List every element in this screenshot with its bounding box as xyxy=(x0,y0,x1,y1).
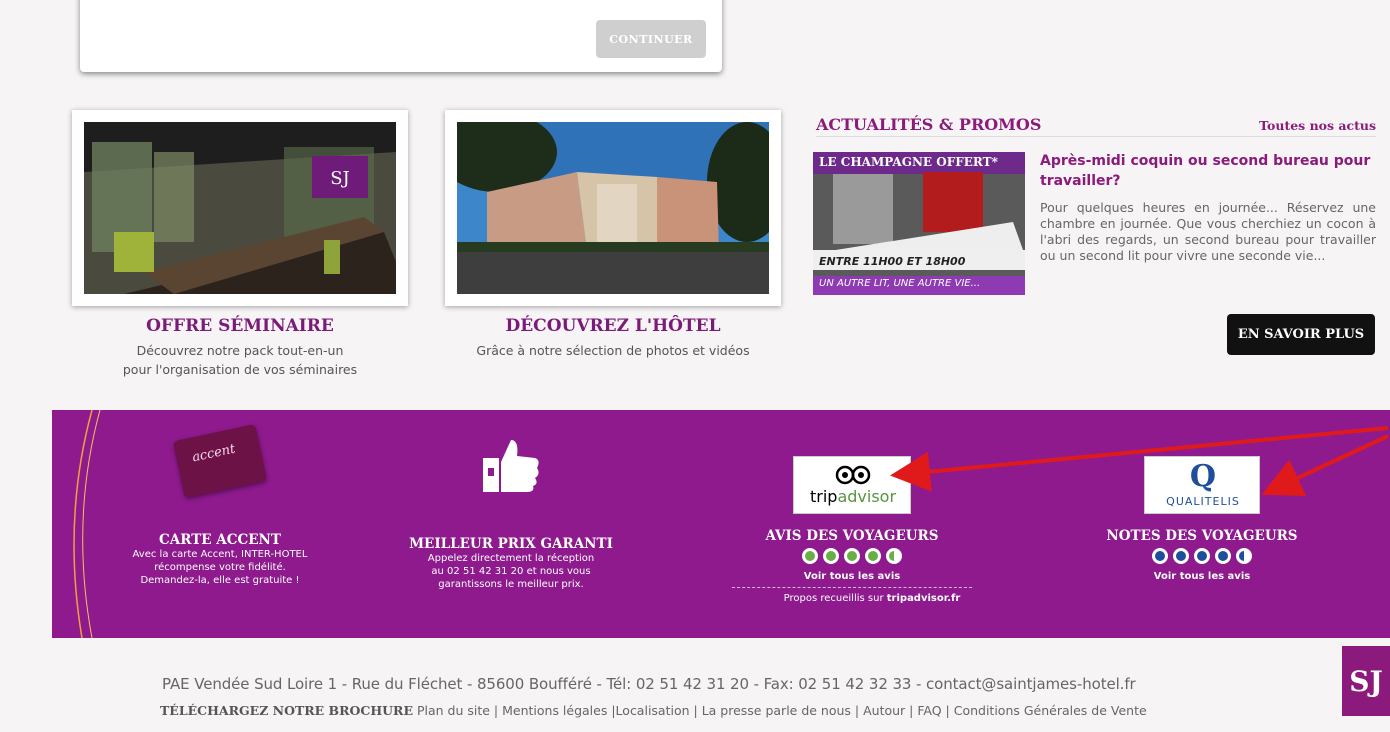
rating-dot xyxy=(1215,548,1231,564)
qualitelis-logo-q: Q xyxy=(1189,459,1217,494)
best-price-line-2: au 02 51 42 31 20 et nous vous xyxy=(431,566,591,577)
news-item-text: Pour quelques heures en journée... Réser… xyxy=(1040,200,1376,263)
accent-line-2: récompense votre fidélité. xyxy=(154,562,286,573)
footer-address: PAE Vendée Sud Loire 1 - Rue du Fléchet … xyxy=(162,675,1136,693)
accent-line-3: Demandez-la, elle est gratuite ! xyxy=(140,575,300,586)
tripadvisor-link[interactable]: Voir tous les avis xyxy=(732,570,972,583)
brochure-link[interactable]: TÉLÉCHARGEZ NOTRE BROCHURE xyxy=(160,703,413,718)
tripadvisor-block[interactable]: tripadvisor AVIS DES VOYAGEURS Voir tous… xyxy=(732,456,972,605)
seminar-photo-card[interactable]: SJ xyxy=(72,110,408,306)
read-more-button[interactable]: EN SAVOIR PLUS xyxy=(1227,314,1375,355)
rating-dot-half xyxy=(886,548,902,564)
hotel-photo xyxy=(457,122,769,294)
hotel-title[interactable]: DÉCOUVREZ L'HÔTEL xyxy=(445,316,781,336)
news-image-tagline: UN AUTRE LIT, UNE AUTRE VIE... xyxy=(819,278,981,289)
news-image-banner: LE CHAMPAGNE OFFERT* xyxy=(819,155,998,169)
news-image-hours: ENTRE 11H00 ET 18H00 xyxy=(819,255,966,268)
rating-dot xyxy=(1152,548,1168,564)
qualitelis-block[interactable]: Q QUALITELIS NOTES DES VOYAGEURS Voir to… xyxy=(1092,456,1312,583)
news-heading: ACTUALITÉS & PROMOS xyxy=(816,115,1042,134)
rating-dot xyxy=(802,548,818,564)
rating-dot xyxy=(1194,548,1210,564)
tripadvisor-note-prefix: Propos recueillis sur xyxy=(783,593,884,604)
features-band: accent CARTE ACCENT Avec la carte Accent… xyxy=(52,410,1390,638)
best-price-line-3: garantissons le meilleur prix. xyxy=(438,579,584,590)
seminar-text-1: Découvrez notre pack tout-en-un xyxy=(136,343,344,358)
qualitelis-logo-text: QUALITELIS xyxy=(1166,495,1240,508)
svg-text:SJ: SJ xyxy=(330,168,350,189)
qualitelis-link[interactable]: Voir tous les avis xyxy=(1092,570,1312,583)
hotel-logo[interactable]: SJ xyxy=(1342,646,1390,716)
rating-dot xyxy=(823,548,839,564)
qualitelis-logo[interactable]: Q QUALITELIS xyxy=(1144,456,1260,514)
accent-card-icon: accent xyxy=(172,423,268,499)
rating-dot xyxy=(865,548,881,564)
tripadvisor-logo-trip: trip xyxy=(809,487,838,506)
news-header: ACTUALITÉS & PROMOS Toutes nos actus xyxy=(816,115,1376,137)
best-price-title: MEILLEUR PRIX GARANTI xyxy=(409,536,613,552)
tripadvisor-logo-advisor: advisor xyxy=(837,487,897,506)
rating-dot-half xyxy=(1236,548,1252,564)
tripadvisor-rating xyxy=(732,548,972,564)
news-item-title[interactable]: Après-midi coquin ou second bureau pour … xyxy=(1040,151,1380,191)
tripadvisor-note: Propos recueillis sur tripadvisor.fr xyxy=(732,592,972,605)
hotel-text: Grâce à notre sélection de photos et vid… xyxy=(476,343,750,358)
accent-title: CARTE ACCENT xyxy=(159,532,281,548)
best-price-line-1: Appelez directement la réception xyxy=(427,553,595,564)
tripadvisor-title: AVIS DES VOYAGEURS xyxy=(765,528,939,544)
tripadvisor-note-site[interactable]: tripadvisor.fr xyxy=(887,593,961,604)
decorative-lines xyxy=(73,410,101,638)
seminar-title[interactable]: OFFRE SÉMINAIRE xyxy=(72,316,408,336)
all-news-link[interactable]: Toutes nos actus xyxy=(1259,118,1376,133)
seminar-photo: SJ xyxy=(84,122,396,294)
footer-links: TÉLÉCHARGEZ NOTRE BROCHURE Plan du site … xyxy=(160,703,1147,718)
hotel-photo-card[interactable] xyxy=(445,110,781,306)
divider xyxy=(732,587,972,588)
booking-card: CONTINUER xyxy=(80,0,722,72)
footer-nav-links[interactable]: Plan du site | Mentions légales |Localis… xyxy=(417,703,1147,718)
news-image[interactable]: LE CHAMPAGNE OFFERT* ENTRE 11H00 ET 18H0… xyxy=(813,152,1025,295)
qualitelis-rating xyxy=(1092,548,1312,564)
thumbs-up-icon xyxy=(481,438,541,496)
qualitelis-title: NOTES DES VOYAGEURS xyxy=(1106,528,1298,544)
rating-dot xyxy=(844,548,860,564)
accent-card-block[interactable]: accent CARTE ACCENT Avec la carte Accent… xyxy=(120,423,320,587)
continue-button[interactable]: CONTINUER xyxy=(596,20,706,58)
rating-dot xyxy=(1173,548,1189,564)
tripadvisor-logo[interactable]: tripadvisor xyxy=(793,456,911,514)
best-price-block[interactable]: MEILLEUR PRIX GARANTI Appelez directemen… xyxy=(401,438,621,591)
accent-line-1: Avec la carte Accent, INTER-HOTEL xyxy=(132,549,308,560)
seminar-text-2: pour l'organisation de vos séminaires xyxy=(122,362,358,377)
